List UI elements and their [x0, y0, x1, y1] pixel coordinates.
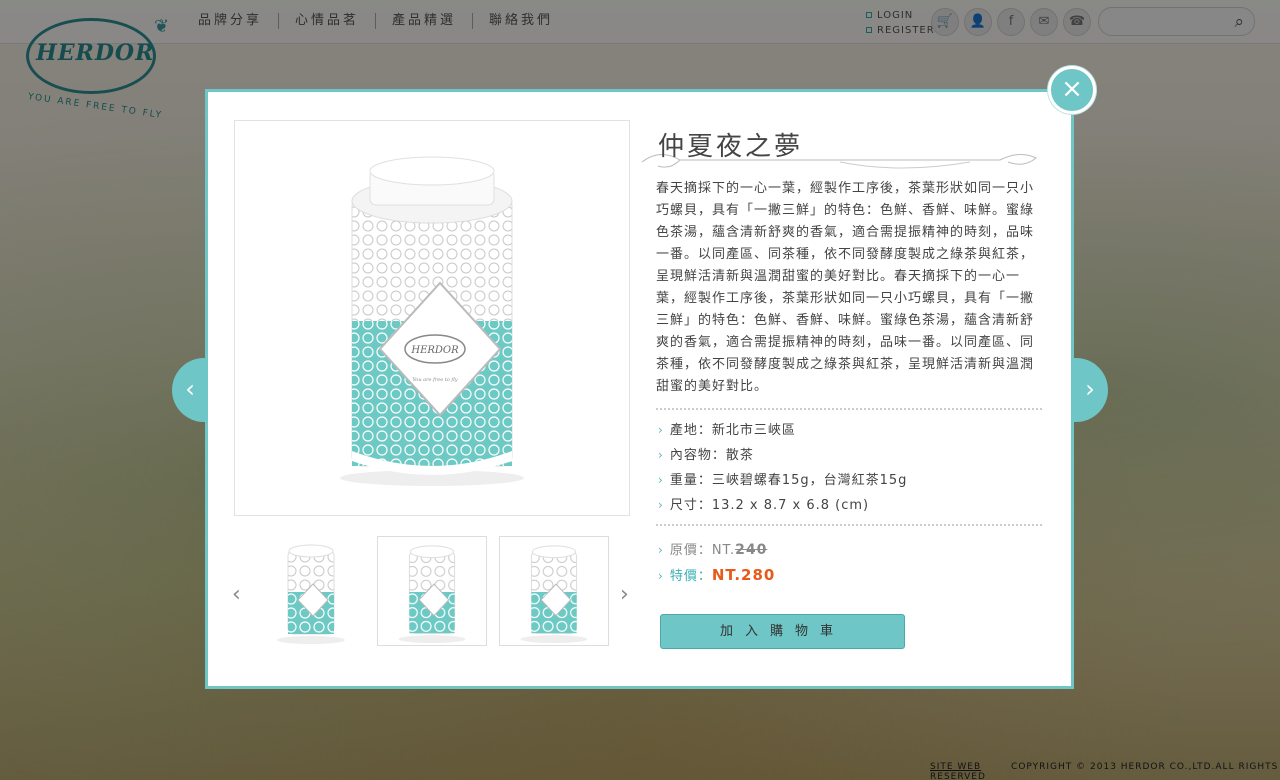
can-tagline: You are free to fly — [412, 377, 457, 383]
sale-price-label: 特價： — [669, 569, 712, 584]
thumbnail-3[interactable] — [499, 536, 609, 646]
original-price: › 原價：NT.240 — [658, 538, 775, 563]
divider — [656, 408, 1042, 410]
spec-label: 尺寸： — [669, 498, 712, 513]
chevron-right-icon: › — [658, 498, 664, 512]
sale-price: › 特價：NT.280 — [658, 563, 775, 589]
spec-label: 內容物： — [669, 448, 726, 463]
sale-price-currency: NT. — [711, 566, 742, 584]
add-to-cart-button[interactable]: 加入購物車 — [660, 614, 905, 649]
spec-contents: › 內容物：散茶 — [658, 443, 907, 468]
product-specs: › 產地：新北市三峽區 › 內容物：散茶 › 重量：三峽碧螺春15g，台灣紅茶15g … — [658, 418, 907, 518]
spec-label: 產地： — [669, 423, 712, 438]
original-price-value: 240 — [735, 542, 768, 558]
divider — [656, 524, 1042, 526]
chevron-right-icon: › — [658, 473, 664, 487]
product-title: 仲夏夜之夢 — [658, 132, 804, 162]
chevron-right-icon: › — [658, 569, 664, 583]
spec-value: 新北市三峽區 — [711, 423, 796, 438]
spec-value: 13.2 x 8.7 x 6.8 (cm) — [711, 498, 870, 513]
spec-value: 散茶 — [725, 448, 754, 463]
chevron-right-icon: › — [658, 423, 664, 437]
thumb-next-arrow[interactable]: › — [620, 582, 629, 607]
chevron-right-icon: › — [658, 448, 664, 462]
spec-value: 三峽碧螺春15g，台灣紅茶15g — [711, 473, 908, 488]
thumbnail-2[interactable] — [377, 536, 487, 646]
price-block: › 原價：NT.240 › 特價：NT.280 — [658, 538, 775, 589]
spec-size: › 尺寸：13.2 x 8.7 x 6.8 (cm) — [658, 493, 907, 518]
product-description: 春天摘採下的一心一葉，經製作工序後，茶葉形狀如同一只小巧螺貝，具有「一撇三鮮」的… — [656, 181, 1035, 394]
close-icon: × — [1061, 74, 1083, 104]
thumb-prev-arrow[interactable]: ‹ — [232, 582, 241, 607]
original-price-label: 原價： — [669, 543, 712, 558]
spec-label: 重量： — [669, 473, 712, 488]
close-modal-button[interactable]: × — [1048, 66, 1096, 114]
can-logo: HERDOR — [410, 345, 459, 356]
thumbnail-1[interactable] — [256, 536, 366, 646]
tea-can-image: HERDOR You are free to fly — [340, 156, 524, 486]
thumbnail-image — [398, 545, 466, 644]
spec-weight: › 重量：三峽碧螺春15g，台灣紅茶15g — [658, 468, 907, 493]
sale-price-value: 280 — [741, 566, 776, 584]
thumbnail-image — [520, 545, 588, 644]
product-main-image: HERDOR You are free to fly — [234, 120, 630, 516]
spec-origin: › 產地：新北市三峽區 — [658, 418, 907, 443]
chevron-right-icon: › — [658, 543, 664, 557]
original-price-currency: NT. — [711, 543, 736, 558]
product-modal: HERDOR You are free to fly ‹ › 仲夏夜之夢 春天摘… — [205, 89, 1074, 689]
thumbnail-image — [277, 544, 345, 644]
